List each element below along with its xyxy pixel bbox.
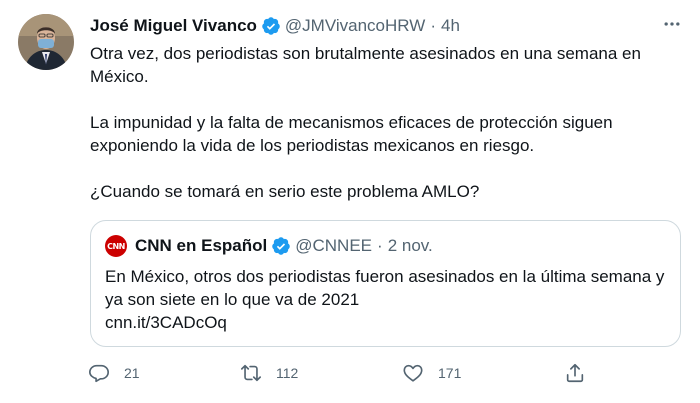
retweet-button[interactable]: 112 bbox=[240, 360, 298, 386]
author-avatar-image bbox=[18, 14, 74, 70]
quoted-author-name: CNN en Español bbox=[135, 236, 268, 255]
author-handle[interactable]: @JMVivancoHRW bbox=[285, 16, 425, 36]
quoted-author-handle: @CNNEE bbox=[295, 236, 373, 255]
quoted-header-separator: · bbox=[377, 236, 383, 255]
verified-badge-icon bbox=[271, 236, 291, 256]
quoted-tweet-paragraph: En México, otros dos periodistas fueron … bbox=[105, 267, 665, 309]
share-button[interactable] bbox=[564, 360, 586, 386]
author-name[interactable]: José Miguel Vivanco bbox=[90, 16, 257, 36]
tweet-paragraph: La impunidad y la falta de mecanismos ef… bbox=[90, 113, 613, 155]
retweet-icon bbox=[241, 364, 261, 382]
reply-icon bbox=[89, 364, 109, 383]
cnn-logo-text: CNN bbox=[107, 241, 125, 251]
quoted-tweet-header: CNN CNN en Español @CNNEE · 2 nov. bbox=[105, 234, 433, 258]
tweet-card[interactable]: José Miguel Vivanco @JMVivancoHRW · 4h O… bbox=[0, 0, 700, 403]
tweet-timestamp[interactable]: 4h bbox=[441, 16, 460, 36]
author-avatar[interactable] bbox=[18, 14, 74, 70]
quoted-tweet-link[interactable]: cnn.it/3CADcOq bbox=[105, 311, 665, 334]
tweet-paragraph: Otra vez, dos periodistas son brutalment… bbox=[90, 44, 641, 86]
tweet-paragraph: ¿Cuando se tomará en serio este problema… bbox=[90, 182, 480, 201]
quoted-tweet[interactable]: CNN CNN en Español @CNNEE · 2 nov. En Mé… bbox=[90, 220, 681, 347]
quoted-author-avatar: CNN bbox=[105, 235, 127, 257]
header-separator: · bbox=[430, 16, 436, 35]
quoted-tweet-timestamp: 2 nov. bbox=[387, 236, 433, 255]
reply-button[interactable]: 21 bbox=[88, 360, 140, 386]
tweet-header: José Miguel Vivanco @JMVivancoHRW · 4h bbox=[90, 14, 680, 38]
more-options-icon[interactable] bbox=[658, 12, 686, 36]
like-count: 171 bbox=[438, 365, 462, 381]
reply-count: 21 bbox=[124, 365, 140, 381]
like-button[interactable]: 171 bbox=[402, 360, 461, 386]
quoted-tweet-text: En México, otros dos periodistas fueron … bbox=[105, 265, 665, 334]
verified-badge-icon bbox=[261, 16, 281, 36]
tweet-text: Otra vez, dos periodistas son brutalment… bbox=[90, 42, 680, 203]
tweet-actions: 21 112 171 bbox=[88, 360, 608, 386]
share-icon bbox=[566, 363, 584, 383]
like-icon bbox=[403, 364, 423, 382]
retweet-count: 112 bbox=[276, 365, 299, 381]
